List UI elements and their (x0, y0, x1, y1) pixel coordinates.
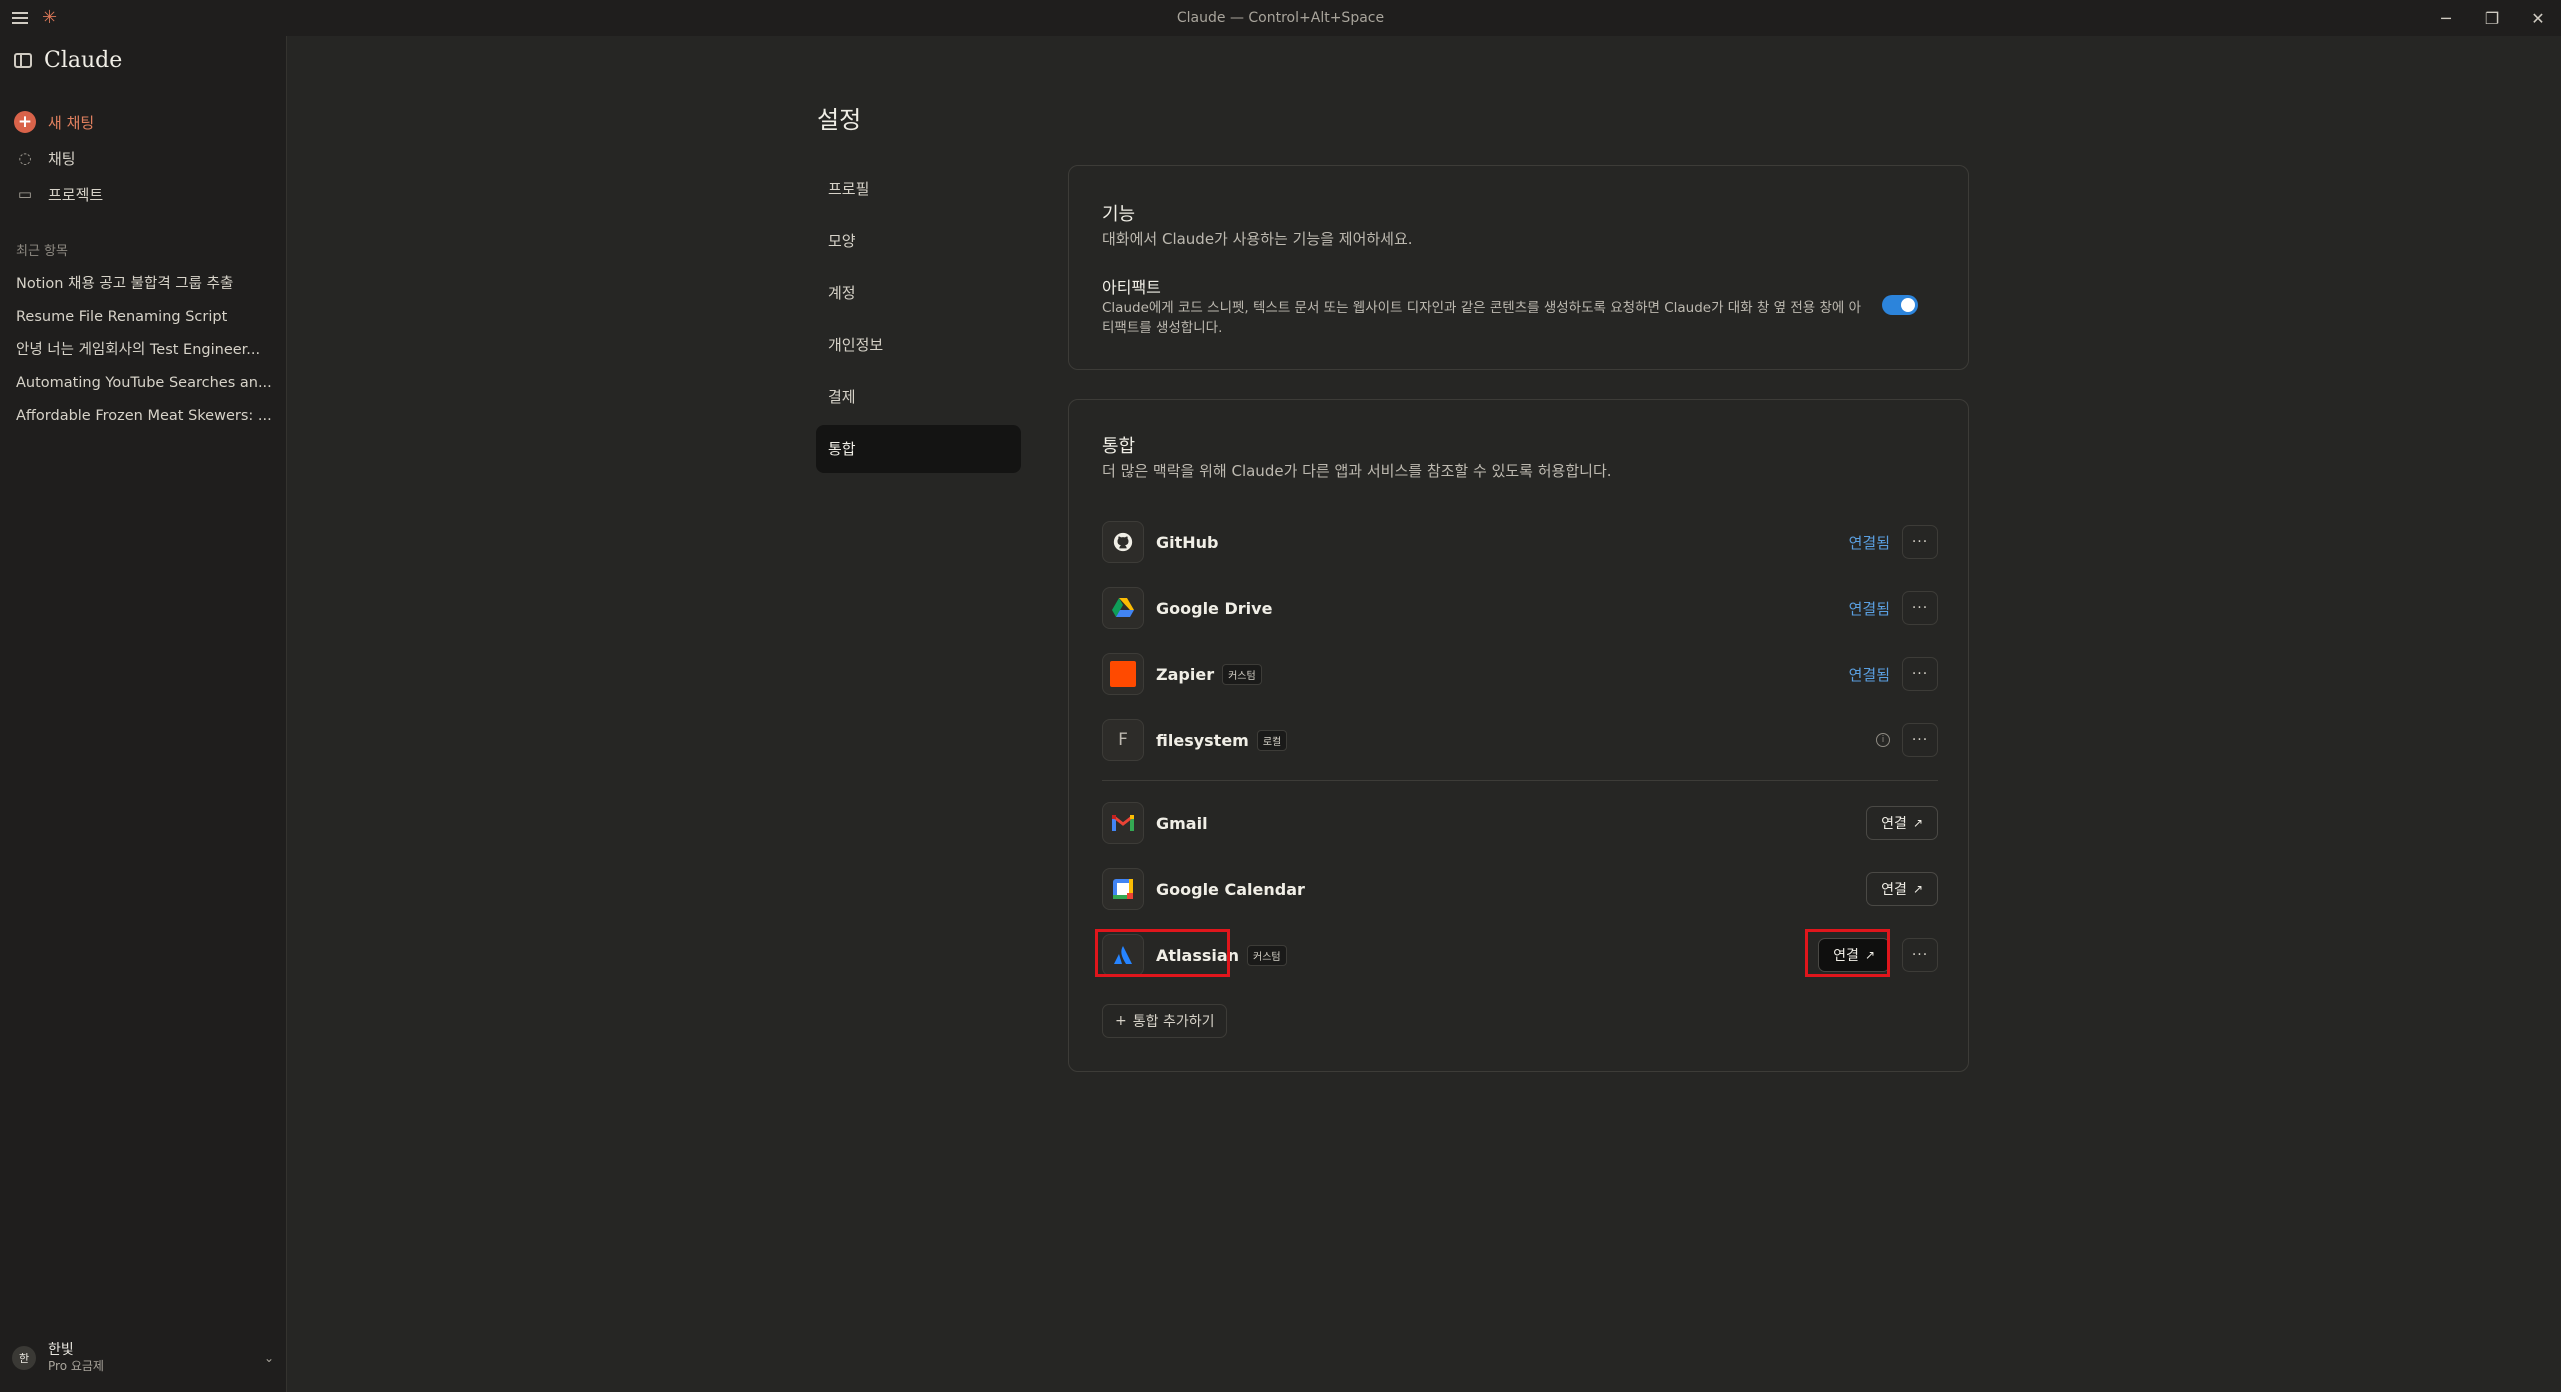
folder-icon: ▭ (17, 185, 33, 203)
integration-name: filesystem (1156, 730, 1249, 750)
integration-name: Zapier (1156, 664, 1215, 684)
integrations-subtitle: 더 많은 맥락을 위해 Claude가 다른 앱과 서비스를 참조할 수 있도록… (1102, 462, 1612, 480)
local-badge: 로컬 (1256, 729, 1288, 751)
recent-item[interactable]: Affordable Frozen Meat Skewers: ... (16, 400, 276, 433)
menu-icon[interactable] (12, 12, 28, 24)
new-chat-button[interactable]: + 새 채팅 (12, 104, 274, 140)
recent-label: 최근 항목 (16, 244, 68, 259)
sidebar-item-label: 프로젝트 (48, 185, 104, 204)
settings-tab-account[interactable]: 계정 (816, 269, 1021, 317)
page-title: 설정 (817, 106, 862, 134)
connect-button[interactable]: 연결 ↗ (1866, 872, 1938, 906)
info-icon[interactable]: i (1876, 733, 1890, 747)
integration-zapier: Zapier 커스텀 연결됨 ··· (1102, 652, 1938, 696)
user-menu[interactable]: 한 한빛 Pro 요금제 ⌄ (12, 1338, 274, 1378)
connect-button[interactable]: 연결 ↗ (1866, 806, 1938, 840)
user-plan: Pro 요금제 (48, 1359, 104, 1374)
integration-name: Google Drive (1156, 598, 1273, 618)
settings-tab-appearance[interactable]: 모양 (816, 217, 1021, 265)
sidebar-item-chats[interactable]: ◌ 채팅 (12, 140, 274, 176)
brand-name: Claude (44, 48, 123, 73)
more-options-button[interactable]: ··· (1902, 591, 1938, 625)
recent-item[interactable]: 안녕 너는 게임회사의 Test Engineer... (16, 334, 276, 367)
connect-label: 연결 (1881, 816, 1907, 832)
recent-list: Notion 채용 공고 불합격 그룹 추출 Resume File Renam… (16, 268, 276, 433)
sidebar-toggle-icon[interactable] (14, 53, 32, 68)
plus-icon: + (1115, 1013, 1127, 1029)
recent-item[interactable]: Automating YouTube Searches an... (16, 367, 276, 400)
settings-tab-billing[interactable]: 결제 (816, 373, 1021, 421)
github-icon (1102, 521, 1144, 563)
divider (1102, 780, 1938, 781)
integrations-card: 통합 더 많은 맥락을 위해 Claude가 다른 앱과 서비스를 참조할 수 … (1068, 399, 1969, 1072)
add-integration-button[interactable]: + 통합 추가하기 (1102, 1004, 1228, 1038)
artifacts-description: Claude에게 코드 스니펫, 텍스트 문서 또는 웹사이트 디자인과 같은 … (1102, 300, 1862, 336)
custom-badge: 커스텀 (1247, 944, 1287, 966)
connect-button[interactable]: 연결 ↗ (1818, 938, 1890, 972)
settings-tab-integrations[interactable]: 통합 (816, 425, 1021, 473)
connected-status: 연결됨 (1848, 665, 1890, 684)
features-subtitle: 대화에서 Claude가 사용하는 기능을 제어하세요. (1102, 230, 1413, 248)
external-link-icon: ↗ (1864, 948, 1875, 962)
more-options-button[interactable]: ··· (1902, 938, 1938, 972)
settings-tab-privacy[interactable]: 개인정보 (816, 321, 1021, 369)
restore-icon[interactable]: ❐ (2469, 0, 2515, 36)
integration-atlassian: Atlassian 커스텀 연결 ↗ ··· (1102, 933, 1938, 977)
settings-tab-profile[interactable]: 프로필 (816, 165, 1021, 213)
user-name: 한빛 (48, 1341, 74, 1358)
integration-name: Gmail (1156, 813, 1208, 833)
chevron-down-icon: ⌄ (263, 1351, 274, 1365)
avatar: 한 (12, 1346, 36, 1370)
plus-icon: + (14, 111, 36, 133)
more-options-button[interactable]: ··· (1902, 657, 1938, 691)
filesystem-icon: F (1102, 719, 1144, 761)
google-drive-icon (1102, 587, 1144, 629)
gmail-icon (1102, 802, 1144, 844)
features-card: 기능 대화에서 Claude가 사용하는 기능을 제어하세요. 아티팩트 Cla… (1068, 165, 1969, 370)
integration-google-drive: Google Drive 연결됨 ··· (1102, 586, 1938, 630)
more-options-button[interactable]: ··· (1902, 525, 1938, 559)
artifacts-title: 아티팩트 (1102, 278, 1161, 297)
integration-github: GitHub 연결됨 ··· (1102, 520, 1938, 564)
settings-nav: 프로필 모양 계정 개인정보 결제 통합 (816, 165, 1021, 477)
integration-filesystem: F filesystem 로컬 i ··· (1102, 718, 1938, 762)
atlassian-icon (1102, 934, 1144, 976)
connected-status: 연결됨 (1848, 599, 1890, 618)
google-calendar-icon (1102, 868, 1144, 910)
connected-status: 연결됨 (1848, 533, 1890, 552)
sidebar-item-projects[interactable]: ▭ 프로젝트 (12, 176, 274, 212)
external-link-icon: ↗ (1912, 816, 1923, 830)
sidebar-item-label: 채팅 (48, 149, 76, 168)
integration-gmail: Gmail 연결 ↗ (1102, 801, 1938, 845)
artifacts-toggle[interactable] (1882, 295, 1918, 315)
more-options-button[interactable]: ··· (1902, 723, 1938, 757)
recent-item[interactable]: Notion 채용 공고 불합격 그룹 추출 (16, 268, 276, 301)
add-integration-label: 통합 추가하기 (1132, 1014, 1215, 1030)
claude-logo-icon: ✳ (42, 7, 58, 28)
new-chat-label: 새 채팅 (48, 113, 95, 132)
sidebar: Claude + 새 채팅 ◌ 채팅 ▭ 프로젝트 최근 항목 Notion 채… (0, 36, 287, 1392)
title-bar: ✳ Claude — Control+Alt+Space ─ ❐ ✕ (0, 0, 2561, 36)
recent-item[interactable]: Resume File Renaming Script (16, 301, 276, 334)
integration-name: Atlassian (1156, 945, 1240, 965)
minimize-icon[interactable]: ─ (2423, 0, 2469, 36)
integration-name: GitHub (1156, 532, 1219, 552)
window-title: Claude — Control+Alt+Space (1176, 10, 1385, 26)
connect-label: 연결 (1881, 882, 1907, 898)
chat-icon: ◌ (18, 149, 32, 167)
close-icon[interactable]: ✕ (2515, 0, 2561, 36)
integration-name: Google Calendar (1156, 879, 1305, 899)
zapier-icon (1102, 653, 1144, 695)
external-link-icon: ↗ (1912, 882, 1923, 896)
connect-label: 연결 (1833, 948, 1859, 964)
integrations-title: 통합 (1102, 436, 1136, 457)
custom-badge: 커스텀 (1222, 663, 1262, 685)
features-title: 기능 (1102, 204, 1136, 225)
integration-google-calendar: Google Calendar 연결 ↗ (1102, 867, 1938, 911)
